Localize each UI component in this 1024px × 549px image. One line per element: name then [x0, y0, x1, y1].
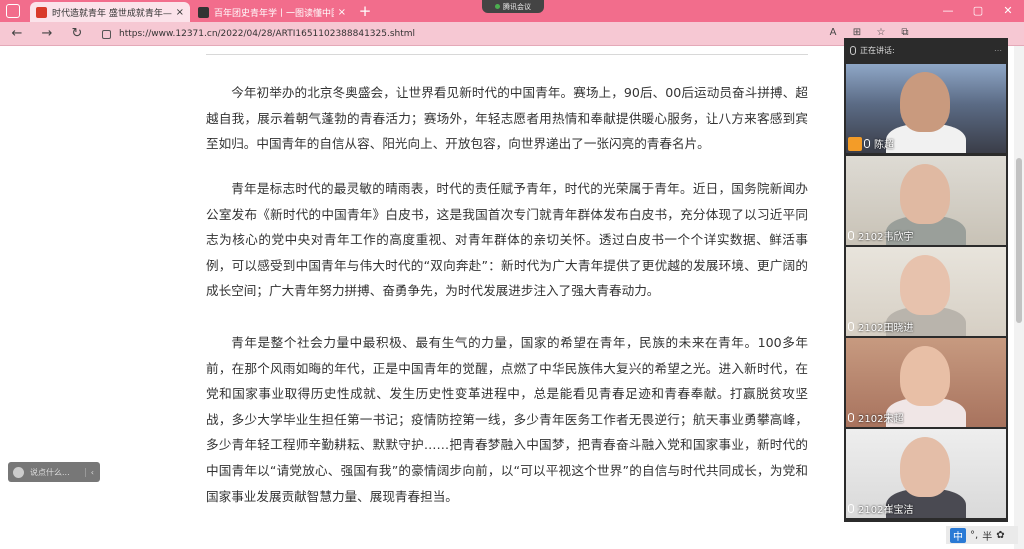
collapse-icon[interactable]: ‹ — [84, 467, 94, 477]
tab-title: 百年团史青年学丨一图读懂中国 — [214, 8, 334, 19]
participant-tile[interactable]: 2102崔宝洁 — [846, 429, 1006, 518]
comment-bar[interactable]: 说点什么... ‹ — [8, 462, 100, 482]
mic-icon — [848, 413, 854, 422]
meeting-header: 正在讲话: ⋯ — [844, 38, 1008, 62]
scrollbar-thumb[interactable] — [1016, 158, 1022, 323]
lock-icon — [102, 29, 111, 39]
tab-bar: 时代造就青年 盛世成就青年—— × 百年团史青年学丨一图读懂中国 × + 腾讯会… — [0, 0, 1024, 22]
ime-language[interactable]: 中 — [950, 527, 966, 543]
article-paragraph: 青年是整个社会力量中最积极、最有生气的力量，国家的希望在青年，民族的未来在青年。… — [206, 335, 808, 504]
tab-close-button[interactable]: × — [176, 7, 184, 18]
maximize-button[interactable]: ▢ — [966, 2, 990, 20]
close-window-button[interactable]: ✕ — [996, 2, 1020, 20]
participant-name: 2102韦欣宇 — [858, 232, 914, 243]
participant-face — [900, 255, 950, 315]
divider — [206, 54, 808, 55]
participant-name: 2102宋超 — [858, 414, 904, 425]
participant-tile[interactable]: 陈超 — [846, 64, 1006, 153]
mic-icon — [848, 504, 854, 513]
participant-name: 2102崔宝洁 — [858, 505, 914, 516]
tab-close-button[interactable]: × — [338, 7, 346, 18]
signal-icon — [495, 4, 500, 9]
mic-icon — [864, 139, 870, 148]
article-paragraph: 青年是标志时代的最灵敏的晴雨表，时代的责任赋予青年，时代的光荣属于青年。近日，国… — [206, 181, 808, 299]
read-aloud-icon[interactable]: A — [826, 26, 840, 40]
participant-nametag: 陈超 — [848, 136, 894, 151]
ime-indicator[interactable]: 中 °, 半 ✿ — [946, 526, 1018, 544]
reload-button[interactable]: ↻ — [68, 25, 86, 43]
participant-face — [900, 72, 950, 132]
participant-nametag: 2102韦欣宇 — [848, 228, 913, 243]
participant-face — [900, 164, 950, 224]
mic-icon — [848, 231, 854, 240]
more-icon[interactable]: ⋯ — [994, 46, 1002, 55]
participant-face — [900, 346, 950, 406]
tab-active[interactable]: 时代造就青年 盛世成就青年—— × — [30, 2, 190, 22]
mic-icon — [848, 322, 854, 331]
participant-nametag: 2102田晓进 — [848, 319, 913, 334]
participant-face — [900, 437, 950, 497]
scrollbar[interactable] — [1014, 46, 1024, 549]
tab-inactive[interactable]: 百年团史青年学丨一图读懂中国 × — [192, 2, 352, 22]
new-tab-button[interactable]: + — [356, 2, 374, 20]
party-emblem-icon — [36, 6, 47, 18]
site-favicon-icon — [198, 6, 209, 18]
participant-tile[interactable]: 2102田晓进 — [846, 247, 1006, 336]
emoji-icon[interactable] — [13, 466, 24, 478]
minimize-button[interactable]: — — [936, 2, 960, 20]
host-icon — [848, 136, 862, 151]
speaking-label: 正在讲话: — [860, 45, 895, 55]
meeting-status-pill[interactable]: 腾讯会议 — [482, 0, 544, 13]
participant-tile[interactable]: 2102韦欣宇 — [846, 156, 1006, 245]
participant-name: 2102田晓进 — [858, 323, 914, 334]
forward-button[interactable]: → — [38, 25, 56, 43]
participant-nametag: 2102宋超 — [848, 410, 903, 425]
participant-name: 陈超 — [874, 140, 894, 151]
mic-icon — [850, 45, 856, 55]
meeting-panel: 正在讲话: ⋯ 陈超 2102韦欣宇 2102田晓进 2102宋超 2102崔宝… — [844, 38, 1008, 522]
back-button[interactable]: ← — [8, 25, 26, 43]
comment-placeholder: 说点什么... — [30, 467, 70, 477]
ime-skin-icon[interactable]: ✿ — [996, 530, 1004, 541]
ime-width[interactable]: 半 — [982, 528, 992, 543]
meeting-pill-label: 腾讯会议 — [503, 2, 531, 11]
ime-punctuation[interactable]: °, — [970, 530, 978, 541]
tab-title: 时代造就青年 盛世成就青年—— — [52, 8, 172, 19]
url-text: https://www.12371.cn/2022/04/28/ARTI1651… — [119, 29, 416, 39]
article-paragraph: 今年初举办的北京冬奥盛会，让世界看见新时代的中国青年。赛场上，90后、00后运动… — [206, 85, 808, 152]
tab-actions-icon[interactable] — [6, 4, 20, 18]
url-field[interactable]: https://www.12371.cn/2022/04/28/ARTI1651… — [98, 25, 828, 43]
participant-tile[interactable]: 2102宋超 — [846, 338, 1006, 427]
participant-nametag: 2102崔宝洁 — [848, 501, 913, 516]
